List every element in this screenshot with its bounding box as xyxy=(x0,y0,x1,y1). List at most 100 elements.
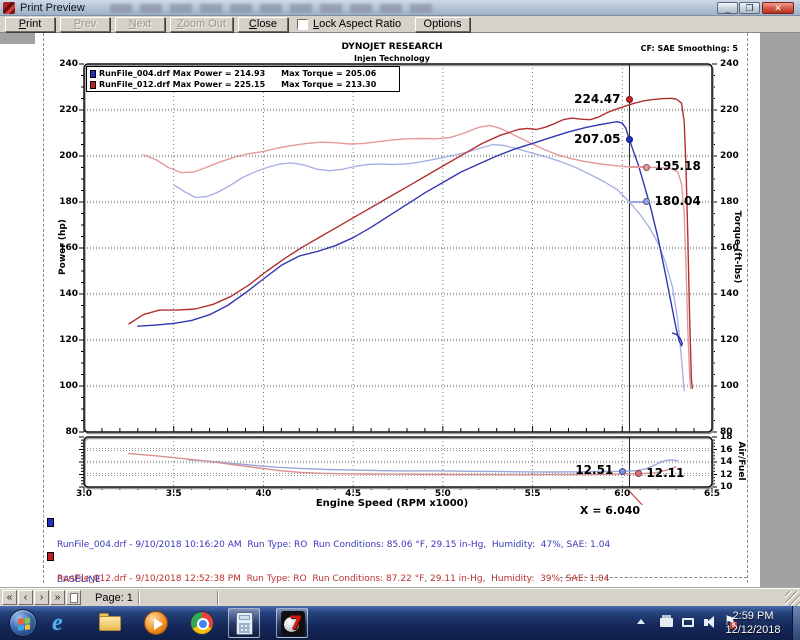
titlebar: Print Preview _ ❐ ✕ xyxy=(0,0,800,16)
title-document-name-blurred xyxy=(110,4,440,13)
show-desktop-button[interactable] xyxy=(792,606,800,640)
airfuel-tick-label: 16 xyxy=(720,445,748,455)
lock-aspect-ratio-label: Lock Aspect Ratio xyxy=(313,18,401,31)
torque-tick-label: 220 xyxy=(720,105,748,115)
windows-logo-icon xyxy=(18,617,30,630)
rpm-tick-label: 6.0 xyxy=(608,489,636,499)
window-title: Print Preview xyxy=(20,2,85,14)
run2-conditions: RunFile_012.drf - 9/10/2018 12:52:38 PM … xyxy=(57,574,717,586)
marker-dot xyxy=(619,468,626,475)
media-player-icon[interactable] xyxy=(144,611,168,635)
torque-tick-label: 100 xyxy=(720,381,748,391)
power-tick-label: 80 xyxy=(50,427,78,437)
network-tray-icon[interactable] xyxy=(682,618,694,627)
marker-value-label: 12.51 xyxy=(547,463,613,477)
screen: Print Preview _ ❐ ✕ Print Prev Next Zoom… xyxy=(0,0,800,640)
legend-color-chip-red xyxy=(90,81,96,89)
power-tick-label: 120 xyxy=(50,335,78,345)
page-icon xyxy=(70,593,78,603)
marker-value-label: 12.11 xyxy=(646,466,712,480)
tray-expand-icon[interactable] xyxy=(637,619,645,624)
marker-value-label: 224.47 xyxy=(554,92,620,106)
legend-text: RunFile_004.drf Max Power = 214.93Max To… xyxy=(99,69,376,78)
torque-tick-label: 240 xyxy=(720,59,748,69)
minimize-button[interactable]: _ xyxy=(717,2,738,14)
clock-date: 12/12/2018 xyxy=(718,623,788,637)
run1-conditions: RunFile_004.drf - 9/10/2018 10:16:20 AM … xyxy=(57,540,717,552)
chart-legend: RunFile_004.drf Max Power = 214.93Max To… xyxy=(86,66,400,92)
dyno-app-taskbar-button[interactable]: 7 xyxy=(276,608,308,638)
app-icon xyxy=(3,2,15,14)
print-page-button[interactable] xyxy=(66,590,81,605)
print-button[interactable]: Print xyxy=(5,17,55,32)
close-window-button[interactable]: ✕ xyxy=(762,2,794,14)
next-button[interactable]: Next xyxy=(115,17,165,32)
printer-tray-icon[interactable] xyxy=(660,618,673,627)
internet-explorer-icon[interactable]: e xyxy=(52,611,76,635)
last-page-button[interactable]: » xyxy=(50,590,65,605)
maximize-button[interactable]: ❐ xyxy=(739,2,760,14)
power-tick-label: 220 xyxy=(50,105,78,115)
start-button[interactable] xyxy=(9,609,37,637)
statusbar: « ‹ › » Page: 1 xyxy=(0,588,800,606)
taskbar-clock[interactable]: 2:59 PM 12/12/2018 xyxy=(718,609,788,637)
clock-time: 2:59 PM xyxy=(718,609,788,623)
resize-grip[interactable] xyxy=(785,591,800,606)
torque-tick-label: 120 xyxy=(720,335,748,345)
chrome-hub xyxy=(197,618,209,630)
power-tick-label: 240 xyxy=(50,59,78,69)
torque-tick-label: 160 xyxy=(720,243,748,253)
power-tick-label: 140 xyxy=(50,289,78,299)
taskbar: e 7 ⚑✕ 2:59 PM 12/12/2018 xyxy=(0,606,800,640)
print-preview-area: DYNOJET RESEARCH Injen Technology CF: SA… xyxy=(0,33,800,588)
file-explorer-icon[interactable] xyxy=(98,611,122,635)
lock-aspect-ratio-checkbox[interactable] xyxy=(297,19,308,30)
rpm-tick-label: 3.0 xyxy=(70,489,98,499)
page-corner-gap xyxy=(0,33,35,44)
legend-row-baseline: RunFile_004.drf Max Power = 214.93Max To… xyxy=(90,68,396,79)
marker-value-label: 207.05 xyxy=(554,132,620,146)
legend-row-evo2200: RunFile_012.drf Max Power = 225.15Max To… xyxy=(90,79,396,90)
next-page-button[interactable]: › xyxy=(34,590,49,605)
rpm-tick-label: 5.5 xyxy=(519,489,547,499)
dyno-app-icon: 7 xyxy=(281,611,305,636)
first-page-button[interactable]: « xyxy=(2,590,17,605)
page-number-label: Page: 1 xyxy=(95,592,133,604)
play-glyph xyxy=(154,618,163,630)
chrome-icon[interactable] xyxy=(190,611,214,635)
curve-runfile-012-torque xyxy=(143,125,690,388)
toolbar: Print Prev Next Zoom Out Close Lock Aspe… xyxy=(0,16,800,33)
rpm-tick-label: 5.0 xyxy=(429,489,457,499)
torque-tick-label: 140 xyxy=(720,289,748,299)
previous-page-button[interactable]: ‹ xyxy=(18,590,33,605)
airfuel-tick-label: 12 xyxy=(720,470,748,480)
torque-tick-label: 200 xyxy=(720,151,748,161)
power-tick-label: 200 xyxy=(50,151,78,161)
statusbar-separator xyxy=(138,591,140,605)
rpm-tick-label: 4.0 xyxy=(249,489,277,499)
marker-value-label: 180.04 xyxy=(655,194,721,208)
rpm-tick-label: 6.5 xyxy=(698,489,726,499)
prev-button[interactable]: Prev xyxy=(60,17,110,32)
folder-body xyxy=(99,616,121,631)
close-preview-button[interactable]: Close xyxy=(238,17,288,32)
power-torque-chart xyxy=(78,64,718,438)
run2-color-chip xyxy=(47,552,54,561)
calculator-taskbar-button[interactable] xyxy=(228,608,260,638)
torque-tick-label: 180 xyxy=(720,197,748,207)
zoom-out-button[interactable]: Zoom Out xyxy=(170,17,233,32)
power-tick-label: 180 xyxy=(50,197,78,207)
airfuel-tick-label: 18 xyxy=(720,432,748,442)
marker-dot xyxy=(643,164,650,171)
options-button[interactable]: Options xyxy=(415,17,470,32)
rpm-tick-label: 4.5 xyxy=(339,489,367,499)
calculator-icon xyxy=(236,612,253,635)
report-subtitle: Injen Technology xyxy=(36,54,748,63)
correction-factor-label: CF: SAE Smoothing: 5 xyxy=(641,44,738,53)
cursor-x-readout: X = 6.040 xyxy=(570,504,650,517)
airfuel-tick-label: 14 xyxy=(720,457,748,467)
marker-value-label: 195.18 xyxy=(655,159,721,173)
legend-color-chip-blue xyxy=(90,70,96,78)
statusbar-separator xyxy=(217,591,219,605)
power-tick-label: 100 xyxy=(50,381,78,391)
